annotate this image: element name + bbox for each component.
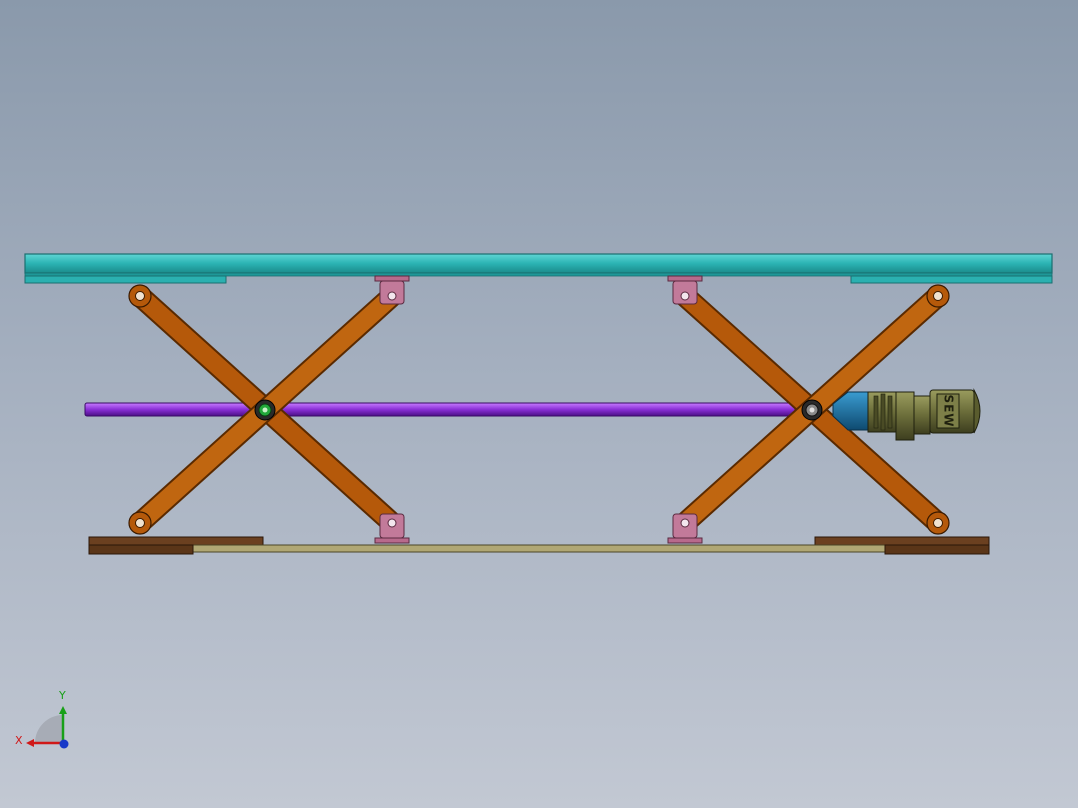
center-pivot-left [254, 399, 276, 421]
slider-bracket-top-left[interactable] [374, 275, 410, 305]
pivot-pin-top-right [926, 284, 950, 308]
z-axis-dot [59, 739, 69, 749]
base-bar [192, 544, 886, 553]
x-arrowhead [26, 739, 34, 747]
top-platform[interactable] [24, 253, 1053, 284]
gear-motor[interactable]: SEW [832, 388, 981, 441]
coordinate-triad[interactable]: X Y [15, 689, 69, 749]
x-axis-label: X [15, 734, 23, 747]
base-foot-right [884, 544, 990, 555]
drive-shaft[interactable] [84, 402, 796, 417]
pivot-pin-bottom-left [128, 511, 152, 535]
scissor-lift-drawing[interactable]: SEW X Y [0, 0, 1078, 808]
slider-bracket-bottom-right[interactable] [667, 513, 703, 544]
slider-bracket-top-right[interactable] [667, 275, 703, 305]
platform-left-flange [24, 275, 227, 284]
base-rail-right [814, 536, 990, 546]
center-pivot-right [801, 399, 823, 421]
pivot-pin-bottom-right [926, 511, 950, 535]
slider-bracket-bottom-left[interactable] [374, 513, 410, 544]
pivot-pin-top-left [128, 284, 152, 308]
base-frame[interactable] [88, 536, 990, 555]
y-axis-label: Y [58, 689, 66, 702]
platform-right-flange [850, 275, 1053, 284]
y-arrowhead [59, 706, 67, 714]
triad-shade [35, 715, 63, 743]
motor-brand-label: SEW [942, 394, 956, 427]
base-rail-left [88, 536, 264, 546]
motor-end-cap [973, 388, 981, 434]
base-foot-left [88, 544, 194, 555]
cad-viewport[interactable]: SEW X Y [0, 0, 1078, 808]
